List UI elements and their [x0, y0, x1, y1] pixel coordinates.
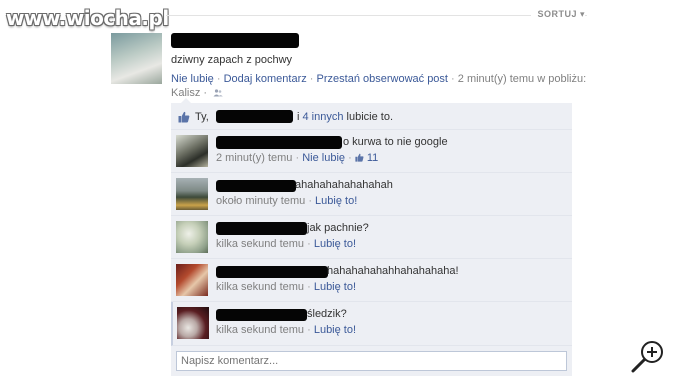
commenter-avatar[interactable] — [176, 221, 208, 253]
separator: · — [304, 238, 314, 250]
comment-text: ahahahahahahahah — [295, 179, 393, 191]
comment-text: hahahahahahhahahahaha! — [327, 265, 459, 277]
separator: · — [200, 87, 211, 99]
redacted-commenter-name — [216, 309, 307, 321]
unfollow-link[interactable]: Przestań obserwować post — [317, 73, 448, 85]
separator: · — [213, 73, 224, 85]
comment-time: kilka sekund temu — [216, 238, 305, 250]
redacted-author-name — [171, 33, 299, 48]
comment-meta: 2 minut(y) temu · Nie lubię · 11 — [216, 152, 378, 164]
comment-like-link[interactable]: Lubię to! — [314, 324, 356, 336]
friends-icon[interactable] — [213, 89, 223, 97]
separator: · — [345, 152, 355, 164]
separator: · — [306, 73, 317, 85]
likes-row: Ty, i 4 innych lubicie to. — [171, 103, 572, 130]
post-actions: Nie lubię · Dodaj komentarz · Przestań o… — [171, 73, 586, 85]
separator: · — [447, 73, 458, 85]
comment-input[interactable] — [176, 351, 567, 371]
comment-item: ahahahahahahahah około minuty temu · Lub… — [171, 173, 572, 216]
post-author-avatar[interactable] — [111, 33, 162, 84]
comment-meta: kilka sekund temu · Lubię to! — [216, 238, 356, 250]
commenter-avatar[interactable] — [177, 307, 209, 339]
likes-others-link[interactable]: 4 innych — [303, 111, 344, 123]
redacted-commenter-name — [216, 136, 342, 149]
comment-like-link[interactable]: Lubię to! — [315, 195, 357, 207]
comment-time: 2 minut(y) temu — [216, 152, 293, 164]
comment-meta: kilka sekund temu · Lubię to! — [216, 281, 356, 293]
unlike-link[interactable]: Nie lubię — [171, 73, 214, 85]
comment-like-count[interactable]: 11 — [367, 152, 378, 164]
sort-button[interactable]: SORTUJ ▾ — [531, 9, 585, 20]
comment-time: około minuty temu — [216, 195, 306, 207]
zoom-icon[interactable] — [630, 338, 666, 374]
separator: · — [304, 281, 314, 293]
post-timestamp: 2 minut(y) temu w pobliżu: — [457, 73, 587, 85]
separator: · — [292, 152, 303, 164]
comment-text: o kurwa to nie google — [343, 136, 448, 148]
add-comment-link[interactable]: Dodaj komentarz — [224, 73, 307, 85]
divider — [166, 15, 587, 16]
comment-time: kilka sekund temu — [216, 281, 305, 293]
comment-text: śledzik? — [307, 308, 347, 320]
comment-item: o kurwa to nie google 2 minut(y) temu · … — [171, 130, 572, 173]
post-message: dziwny zapach z pochwy — [171, 54, 293, 66]
redacted-commenter-name — [216, 266, 328, 278]
comment-meta: około minuty temu · Lubię to! — [216, 195, 357, 207]
commenter-avatar[interactable] — [176, 135, 208, 167]
redacted-commenter-name — [216, 222, 307, 235]
commenter-avatar[interactable] — [176, 264, 208, 296]
redacted-commenter-name — [216, 180, 296, 192]
comment-meta: kilka sekund temu · Lubię to! — [216, 324, 356, 336]
like-thumb-icon — [178, 111, 190, 123]
separator: · — [305, 195, 316, 207]
watermark: www.wiocha.pl — [6, 6, 169, 30]
comment-like-link[interactable]: Lubię to! — [314, 281, 356, 293]
comment-time: kilka sekund temu — [216, 324, 305, 336]
redacted-names — [216, 110, 293, 123]
likes-suffix: lubicie to. — [343, 111, 394, 123]
post-location: Kalisz · — [171, 87, 223, 99]
comments-box: Ty, i 4 innych lubicie to. o kurwa to ni… — [171, 103, 572, 376]
comment-like-link[interactable]: Lubię to! — [314, 238, 356, 250]
commenter-avatar[interactable] — [176, 178, 208, 210]
comment-item: hahahahahahhahahahaha! kilka sekund temu… — [171, 259, 572, 302]
comment-text: jak pachnie? — [307, 222, 369, 234]
separator: · — [304, 324, 314, 336]
like-count-icon — [355, 153, 364, 162]
likes-prefix: Ty, — [195, 111, 209, 123]
comment-like-link[interactable]: Nie lubię — [302, 152, 345, 164]
comment-item: jak pachnie? kilka sekund temu · Lubię t… — [171, 216, 572, 259]
comment-item: śledzik? kilka sekund temu · Lubię to! — [171, 302, 572, 346]
